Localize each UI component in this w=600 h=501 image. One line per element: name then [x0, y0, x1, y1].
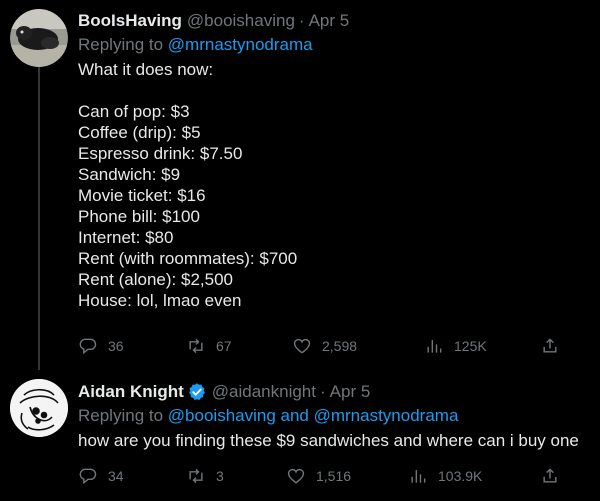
tweet-text-line: Sandwich: $9	[78, 165, 181, 184]
replying-to-label: Replying to	[78, 406, 164, 425]
tweet-date[interactable]: Apr 5	[309, 10, 350, 32]
retweet-icon	[189, 468, 203, 484]
tweet-text-line: Rent (alone): $2,500	[78, 270, 233, 289]
tweet-text: What it does now: Can of pop: $3 Coffee …	[78, 59, 588, 311]
tweet-actions: 34 3 1,516 103.9K	[78, 464, 580, 488]
tweet-text-line: What it does now:	[78, 60, 214, 79]
retweet-icon	[189, 338, 203, 354]
replying-to: Replying to @mrnastynodrama	[78, 34, 588, 56]
mention-link[interactable]: @booishaving and @mrnastynodrama	[168, 406, 459, 425]
mention-link[interactable]: @mrnastynodrama	[168, 35, 313, 54]
retweet-count: 3	[216, 468, 224, 484]
avatar[interactable]	[10, 379, 68, 437]
retweet-button[interactable]: 67	[186, 336, 232, 356]
tweet-text-line: Rent (with roommates): $700	[78, 249, 298, 268]
views-button[interactable]: 125K	[424, 336, 487, 356]
verified-badge-icon	[187, 382, 207, 402]
share-button[interactable]	[540, 466, 560, 486]
tweet-text: how are you finding these $9 sandwiches …	[78, 430, 588, 451]
reply-button[interactable]: 36	[78, 336, 124, 356]
tweet-text-line: House: lol, lmao even	[78, 291, 242, 310]
tweet[interactable]: BooIsHaving @booishaving · Apr 5 Replyin…	[0, 0, 600, 370]
like-count: 1,516	[316, 468, 352, 484]
display-name[interactable]: BooIsHaving	[78, 10, 182, 32]
retweet-count: 67	[216, 338, 232, 354]
tweet-text-line: how are you finding these $9 sandwiches …	[78, 431, 579, 450]
user-handle[interactable]: @aidanknight	[212, 381, 316, 403]
avatar[interactable]	[10, 9, 68, 67]
tweet-text-line: Can of pop: $3	[78, 102, 190, 121]
views-count: 103.9K	[438, 468, 483, 484]
tweet-text-line: Espresso drink: $7.50	[78, 144, 243, 163]
display-name[interactable]: Aidan Knight	[78, 381, 184, 403]
retweet-button[interactable]: 3	[186, 466, 224, 486]
views-count: 125K	[454, 338, 487, 354]
user-handle[interactable]: @booishaving	[187, 10, 295, 32]
reply-count: 34	[108, 468, 124, 484]
views-button[interactable]: 103.9K	[408, 466, 482, 486]
replying-to: Replying to @booishaving and @mrnastynod…	[78, 405, 588, 427]
reply-count: 36	[108, 338, 124, 354]
tweet-text-line: Coffee (drip): $5	[78, 123, 201, 142]
tweet-text-line: Internet: $80	[78, 228, 174, 247]
replying-to-label: Replying to	[78, 35, 164, 54]
tweet-text-line	[78, 80, 588, 101]
reply-icon	[79, 338, 97, 355]
views-chart-icon	[411, 470, 426, 483]
like-count: 2,598	[322, 338, 358, 354]
avatar-dog-photo	[10, 9, 68, 67]
tweet-text-line: Phone bill: $100	[78, 207, 200, 226]
views-chart-icon	[427, 340, 442, 353]
tweet[interactable]: Aidan Knight @aidanknight · Apr 5 Replyi…	[0, 370, 600, 501]
tweet-header: Aidan Knight @aidanknight · Apr 5	[78, 381, 588, 403]
share-icon	[543, 338, 557, 353]
separator-dot: ·	[298, 11, 305, 30]
reply-icon	[79, 468, 97, 485]
reply-button[interactable]: 34	[78, 466, 124, 486]
thread-connector-line	[38, 64, 40, 370]
tweet-date[interactable]: Apr 5	[330, 381, 371, 403]
share-button[interactable]	[540, 336, 560, 356]
heart-icon	[287, 468, 305, 484]
share-icon	[543, 468, 557, 483]
tweet-header: BooIsHaving @booishaving · Apr 5	[78, 10, 588, 32]
heart-icon	[293, 338, 311, 354]
avatar-illustration	[10, 379, 68, 437]
like-button[interactable]: 1,516	[286, 466, 351, 486]
separator-dot: ·	[319, 382, 326, 401]
tweet-actions: 36 67 2,598 125K	[78, 334, 580, 358]
tweet-text-line: Movie ticket: $16	[78, 186, 206, 205]
like-button[interactable]: 2,598	[292, 336, 357, 356]
